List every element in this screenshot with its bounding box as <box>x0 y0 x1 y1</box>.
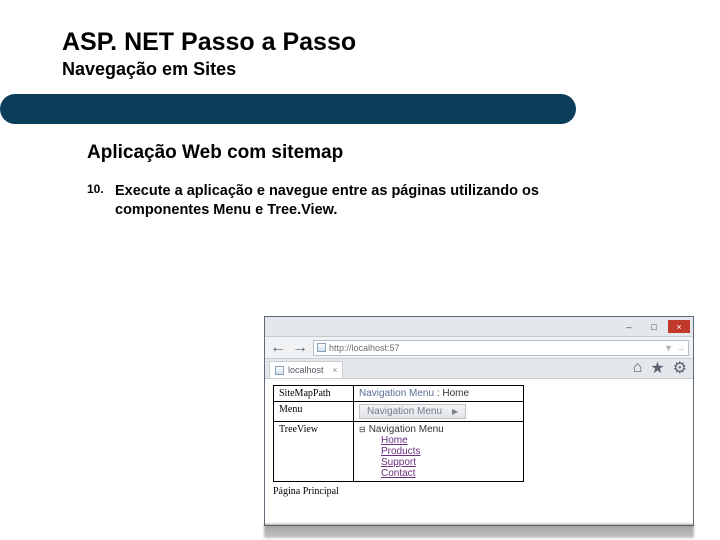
section-title: Aplicação Web com sitemap <box>87 142 720 164</box>
controls-table: SiteMapPath Navigation Menu : Home Menu … <box>273 385 524 482</box>
page-icon <box>317 343 326 352</box>
label-menu: Menu <box>274 402 354 422</box>
close-button[interactable]: × <box>668 320 690 333</box>
tree-item-home[interactable]: Home <box>381 435 518 446</box>
step-number: 10. <box>87 182 115 220</box>
minimize-button[interactable]: – <box>618 320 640 333</box>
gear-icon[interactable]: ⚙ <box>673 358 687 378</box>
window-titlebar: – □ × <box>265 317 693 337</box>
table-row: SiteMapPath Navigation Menu : Home <box>274 386 524 402</box>
menu-control: Navigation Menu ▶ <box>354 402 524 422</box>
page-footer-text: Página Principal <box>273 486 685 497</box>
menu-button[interactable]: Navigation Menu ▶ <box>359 404 466 419</box>
sitemappath-control: Navigation Menu : Home <box>354 386 524 402</box>
table-row: Menu Navigation Menu ▶ <box>274 402 524 422</box>
step-row: 10. Execute a aplicação e navegue entre … <box>87 182 720 220</box>
tree-item-products[interactable]: Products <box>381 446 518 457</box>
maximize-button[interactable]: □ <box>643 320 665 333</box>
label-sitemappath: SiteMapPath <box>274 386 354 402</box>
chevron-down-icon: ▼ <box>664 343 673 353</box>
arrow-right-icon: → <box>292 339 308 357</box>
breadcrumb-current: Home <box>442 388 469 399</box>
browser-window: – □ × ← → http://localhost:57 ▼ → localh… <box>264 316 694 526</box>
step-text: Execute a aplicação e navegue entre as p… <box>115 182 539 220</box>
tab-label: localhost <box>288 365 324 375</box>
url-field[interactable]: http://localhost:57 ▼ → <box>313 340 689 356</box>
tree-collapse-icon[interactable]: ⊟ <box>359 425 366 434</box>
breadcrumb-separator: : <box>437 388 440 399</box>
step-line-1: Execute a aplicação e navegue entre as p… <box>115 183 539 199</box>
close-tab-icon[interactable]: × <box>332 365 337 375</box>
slide-subtitle: Navegação em Sites <box>62 59 720 80</box>
tree-root-label: Navigation Menu <box>369 424 444 435</box>
page-content: SiteMapPath Navigation Menu : Home Menu … <box>265 379 693 503</box>
step-line-2: componentes Menu e Tree.View. <box>115 202 337 218</box>
star-icon[interactable]: ★ <box>650 358 664 378</box>
page-icon <box>275 366 284 375</box>
slide-title: ASP. NET Passo a Passo <box>62 28 720 57</box>
tab-localhost[interactable]: localhost × <box>269 361 343 378</box>
chevron-right-icon: ▶ <box>452 407 458 416</box>
go-icon: → <box>676 343 685 353</box>
tab-bar: localhost × ⌂ ★ ⚙ <box>265 359 693 379</box>
back-button[interactable]: ← <box>269 339 287 357</box>
menu-button-label: Navigation Menu <box>367 406 442 417</box>
treeview-control: ⊟ Navigation Menu Home Products Support … <box>354 422 524 482</box>
table-row: TreeView ⊟ Navigation Menu Home Products… <box>274 422 524 482</box>
address-bar: ← → http://localhost:57 ▼ → <box>265 337 693 359</box>
breadcrumb-root-link[interactable]: Navigation Menu <box>359 388 434 399</box>
arrow-left-icon: ← <box>270 339 286 357</box>
url-text: http://localhost:57 <box>329 343 400 353</box>
window-shadow <box>264 524 694 538</box>
tree-item-contact[interactable]: Contact <box>381 468 518 479</box>
label-treeview: TreeView <box>274 422 354 482</box>
tree-item-support[interactable]: Support <box>381 457 518 468</box>
home-icon[interactable]: ⌂ <box>633 359 643 377</box>
tree-root[interactable]: ⊟ Navigation Menu <box>359 424 518 435</box>
forward-button[interactable]: → <box>291 339 309 357</box>
decorative-bar <box>0 94 576 124</box>
